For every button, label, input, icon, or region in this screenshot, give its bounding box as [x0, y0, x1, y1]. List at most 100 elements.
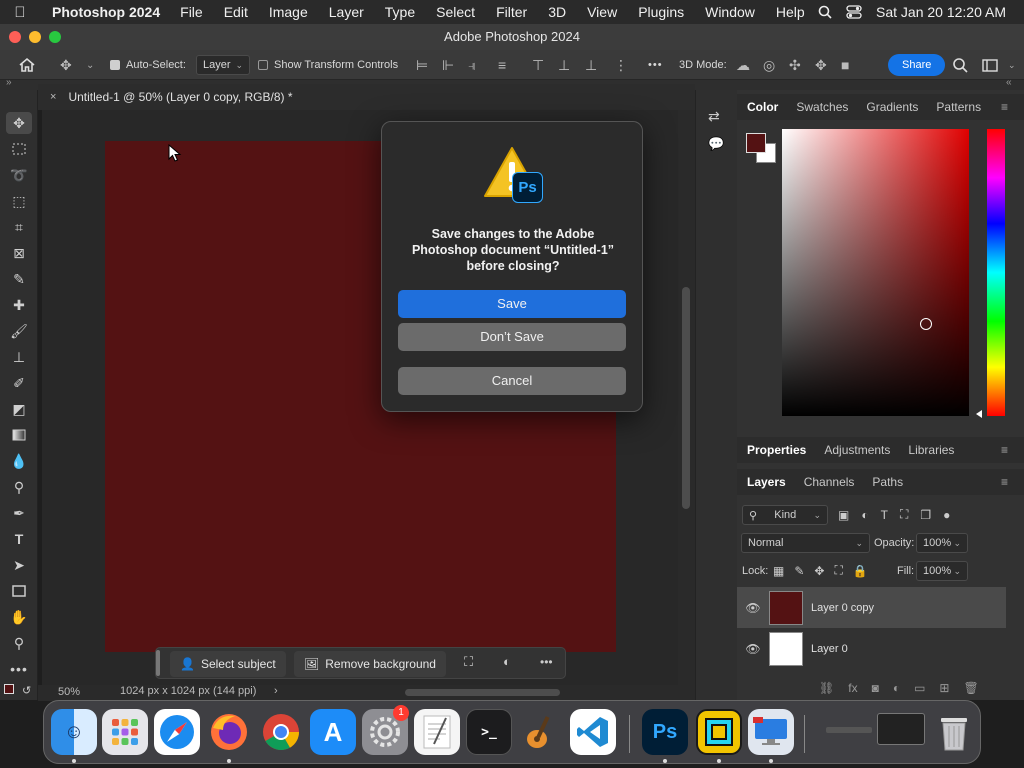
3d-scale-icon[interactable]: ■ [841, 50, 849, 80]
align-right-icon[interactable]: ⫣ [468, 50, 476, 80]
lock-image-icon[interactable]: ✎ [794, 564, 804, 578]
swap-colors-icon[interactable]: ↺ [22, 684, 31, 697]
link-layers-icon[interactable]: ⛓ [819, 681, 834, 695]
eye-icon[interactable]: 👁 [737, 601, 769, 615]
layer-row-selected[interactable]: 👁 Layer 0 copy [737, 587, 1006, 628]
save-button[interactable]: Save [398, 290, 626, 318]
remove-background-button[interactable]: 🖼 Remove background [294, 651, 446, 677]
fill-field[interactable]: 100% ⌄ [916, 561, 968, 581]
menu-view[interactable]: View [587, 4, 617, 20]
align-horizontal-center-icon[interactable]: ⊩ [442, 50, 454, 80]
app-menu[interactable]: Photoshop 2024 [52, 4, 160, 20]
close-document-icon[interactable]: × [50, 91, 56, 103]
rectangle-tool-icon[interactable] [6, 580, 32, 602]
taskbar-more-icon[interactable]: ••• [540, 655, 553, 669]
more-options-icon[interactable]: ••• [648, 50, 663, 80]
distribute-vertical-icon[interactable]: ⋮ [614, 50, 628, 80]
gradient-tool-icon[interactable] [6, 424, 32, 446]
document-info[interactable]: 1024 px x 1024 px (144 ppi) [120, 685, 256, 697]
show-transform-controls-checkbox[interactable]: Show Transform Controls [258, 50, 398, 80]
dodge-tool-icon[interactable]: ⚲ [6, 476, 32, 498]
zoom-window-button[interactable] [49, 31, 61, 43]
align-bottom-icon[interactable]: ⊥ [585, 50, 597, 80]
type-filter-icon[interactable]: T [881, 508, 888, 522]
lock-artboard-icon[interactable]: ⛶ [834, 563, 842, 578]
hue-slider[interactable] [987, 129, 1005, 416]
expand-toolbar-icon[interactable]: » [6, 77, 12, 88]
cancel-button[interactable]: Cancel [398, 367, 626, 395]
apple-menu-icon[interactable]:  [0, 4, 40, 21]
auto-select-dropdown[interactable]: Layer ⌄ [196, 50, 250, 80]
chevron-down-icon[interactable]: ⌄ [86, 50, 94, 80]
share-button[interactable]: Share [888, 54, 946, 76]
finder-icon[interactable]: ☺ [51, 709, 97, 755]
remote-desktop-icon[interactable] [748, 709, 794, 755]
align-top-icon[interactable]: ⊤ [532, 50, 544, 80]
blur-tool-icon[interactable]: 💧 [6, 450, 32, 472]
tab-paths[interactable]: Paths [872, 475, 903, 489]
opacity-field[interactable]: 100% ⌄ [916, 533, 968, 553]
garageband-icon[interactable] [518, 709, 564, 755]
menu-file[interactable]: File [180, 4, 203, 20]
collapse-panels-icon[interactable]: « [1006, 77, 1012, 88]
new-layer-icon[interactable]: ⊞ [939, 681, 949, 695]
edit-toolbar-icon[interactable]: ••• [6, 658, 32, 680]
taskbar-drag-handle[interactable] [156, 650, 160, 676]
tab-properties[interactable]: Properties [747, 443, 806, 457]
pixel-filter-icon[interactable]: ▣ [838, 508, 849, 522]
marquee-tool-icon[interactable] [6, 138, 32, 160]
color-picker-handle[interactable] [920, 318, 932, 330]
zoom-level[interactable]: 50% [58, 686, 80, 698]
distribute-horizontal-icon[interactable]: ≡ [498, 50, 506, 80]
eraser-tool-icon[interactable]: ◩ [6, 398, 32, 420]
workspace-icon[interactable] [982, 50, 998, 80]
3d-roll-icon[interactable]: ◎ [763, 50, 775, 80]
smart-object-filter-icon[interactable]: ❐ [920, 508, 931, 522]
fx-icon[interactable]: fx [848, 681, 857, 695]
lock-transparent-icon[interactable]: ▦ [773, 564, 784, 578]
3d-pan-icon[interactable]: ✣ [789, 50, 801, 80]
menu-help[interactable]: Help [776, 4, 805, 20]
menubar-clock[interactable]: Sat Jan 20 12:20 AM [876, 4, 1006, 20]
safari-icon[interactable] [154, 709, 200, 755]
document-tab-title[interactable]: Untitled-1 @ 50% (Layer 0 copy, RGB/8) * [68, 90, 292, 104]
tab-color[interactable]: Color [747, 100, 778, 114]
panel-menu-icon[interactable]: ≡ [1001, 100, 1008, 114]
minimized-window-thumbnail[interactable] [826, 727, 872, 733]
tab-layers[interactable]: Layers [747, 475, 786, 489]
panel-menu-icon[interactable]: ≡ [1001, 475, 1008, 489]
foreground-color-swatch[interactable] [4, 684, 14, 694]
comments-panel-icon[interactable]: 💬 [708, 136, 724, 152]
horizontal-scroll-thumb[interactable] [405, 689, 560, 696]
tab-adjustments[interactable]: Adjustments [824, 443, 890, 457]
launchpad-icon[interactable] [102, 709, 148, 755]
adjustment-icon[interactable]: ◐ [503, 654, 511, 669]
shape-filter-icon[interactable]: ⛶ [900, 507, 908, 522]
menu-type[interactable]: Type [385, 4, 415, 20]
adjustment-filter-icon[interactable]: ◐ [861, 508, 868, 522]
spotlight-search-icon[interactable] [818, 5, 832, 19]
menu-image[interactable]: Image [269, 4, 308, 20]
dont-save-button[interactable]: Don’t Save [398, 323, 626, 351]
menu-plugins[interactable]: Plugins [638, 4, 684, 20]
window-icon[interactable] [877, 713, 925, 745]
panel-menu-icon[interactable]: ≡ [1001, 443, 1008, 457]
layer-row[interactable]: 👁 Layer 0 [737, 628, 1006, 669]
move-tool-preset-icon[interactable]: ✥ [60, 50, 72, 80]
app-store-icon[interactable]: A [310, 709, 356, 755]
object-selection-tool-icon[interactable]: ⬚ [6, 190, 32, 212]
foreground-color-swatch-panel[interactable] [746, 133, 766, 153]
frame-tool-icon[interactable]: ⊠ [6, 242, 32, 264]
document-info-arrow-icon[interactable]: › [274, 685, 278, 697]
healing-brush-tool-icon[interactable]: ✚ [6, 294, 32, 316]
menu-window[interactable]: Window [705, 4, 755, 20]
color-field[interactable] [782, 129, 969, 416]
hand-tool-icon[interactable]: ✋ [6, 606, 32, 628]
tab-swatches[interactable]: Swatches [796, 100, 848, 114]
clone-stamp-tool-icon[interactable]: ⊥ [6, 346, 32, 368]
menu-filter[interactable]: Filter [496, 4, 527, 20]
auto-select-checkbox[interactable]: Auto-Select: [110, 50, 186, 80]
layer-name[interactable]: Layer 0 [811, 643, 848, 655]
lock-position-icon[interactable]: ✥ [814, 564, 824, 578]
delete-layer-icon[interactable]: 🗑 [963, 681, 978, 695]
